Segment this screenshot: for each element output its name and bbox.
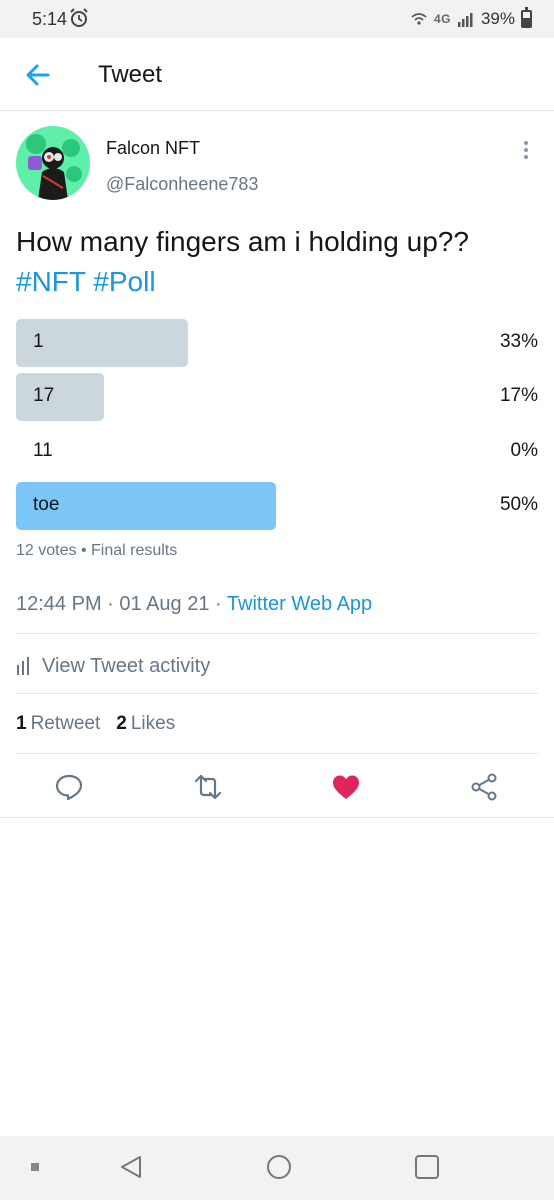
bar-chart-icon (17, 657, 29, 675)
retweets-count: 1 (16, 713, 27, 734)
app-header: Tweet (0, 38, 554, 111)
separator: · (215, 593, 227, 615)
poll-meta: 12 votes • Final results (16, 542, 177, 560)
avatar-image (16, 126, 90, 200)
back-nav-icon[interactable] (116, 1152, 146, 1182)
poll-option-label: 1 (33, 331, 44, 352)
tweet-time: 12:44 PM (16, 593, 102, 615)
tweet-text: How many fingers am i holding up?? #NFT … (16, 222, 536, 302)
system-nav-bar (0, 1136, 554, 1200)
poll-option-label: 17 (33, 385, 55, 406)
share-icon[interactable] (469, 772, 499, 802)
battery-percent: 39% (480, 9, 515, 28)
separator: • (80, 542, 91, 559)
retweet-icon[interactable] (193, 772, 223, 802)
status-time: 5:14 (32, 9, 68, 29)
status-bar: 5:14 4G 39% (0, 0, 554, 38)
tweet-source-link[interactable]: Twitter Web App (227, 593, 372, 615)
poll-option-percent: 33% (499, 331, 538, 352)
reply-icon[interactable] (54, 772, 84, 802)
more-vertical-icon[interactable] (516, 138, 536, 162)
view-tweet-activity[interactable]: View Tweet activity (16, 652, 210, 680)
likes-count: 2 (116, 713, 127, 734)
username[interactable]: @Falconheene783 (106, 174, 258, 195)
poll-option-label: 11 (33, 440, 53, 461)
tweet-body: How many fingers am i holding up?? (16, 226, 469, 257)
arrow-left-icon[interactable] (20, 57, 56, 93)
retweets-label: Retweet (30, 713, 101, 734)
wifi-calling-icon (411, 13, 427, 25)
tweet-stats: 1 Retweet 2 Likes (16, 713, 175, 735)
home-nav-icon[interactable] (264, 1152, 294, 1182)
tweet-timestamp: 12:44 PM · 01 Aug 21 · Twitter Web App (16, 593, 372, 616)
poll-status: Final results (90, 542, 178, 559)
tweet-date: 01 Aug 21 (119, 593, 210, 615)
battery-icon (521, 7, 532, 28)
poll-option: 1 33% (16, 319, 538, 367)
poll-option-percent: 17% (499, 385, 538, 406)
signal-icon (457, 13, 473, 27)
recents-nav-icon[interactable] (412, 1152, 442, 1182)
heart-icon[interactable] (331, 772, 361, 802)
page-title: Tweet (98, 61, 163, 88)
alarm-icon (70, 8, 88, 27)
tweet-actions (0, 754, 554, 818)
poll-option-percent: 50% (499, 494, 538, 515)
divider (16, 633, 538, 634)
poll-votes: 12 votes (16, 542, 77, 559)
poll-option-percent: 0% (510, 440, 538, 461)
dot-icon (31, 1163, 39, 1171)
display-name[interactable]: Falcon NFT (106, 138, 200, 159)
hashtag-link[interactable]: #Poll (93, 266, 155, 297)
divider (16, 693, 538, 694)
network-type: 4G (433, 12, 451, 26)
likes-label: Likes (130, 713, 176, 734)
retweets-stat[interactable]: 1 Retweet (16, 713, 100, 735)
activity-label: View Tweet activity (42, 654, 211, 677)
poll-option: 17 17% (16, 373, 538, 421)
likes-stat[interactable]: 2 Likes (116, 713, 175, 735)
avatar[interactable] (16, 126, 90, 200)
poll-bar (16, 373, 104, 421)
poll-option: toe 50% (16, 482, 538, 530)
separator: · (107, 593, 120, 615)
poll-option-label: toe (33, 494, 60, 515)
poll-option: 11 0% (16, 428, 538, 476)
hashtag-link[interactable]: #NFT (16, 266, 86, 297)
